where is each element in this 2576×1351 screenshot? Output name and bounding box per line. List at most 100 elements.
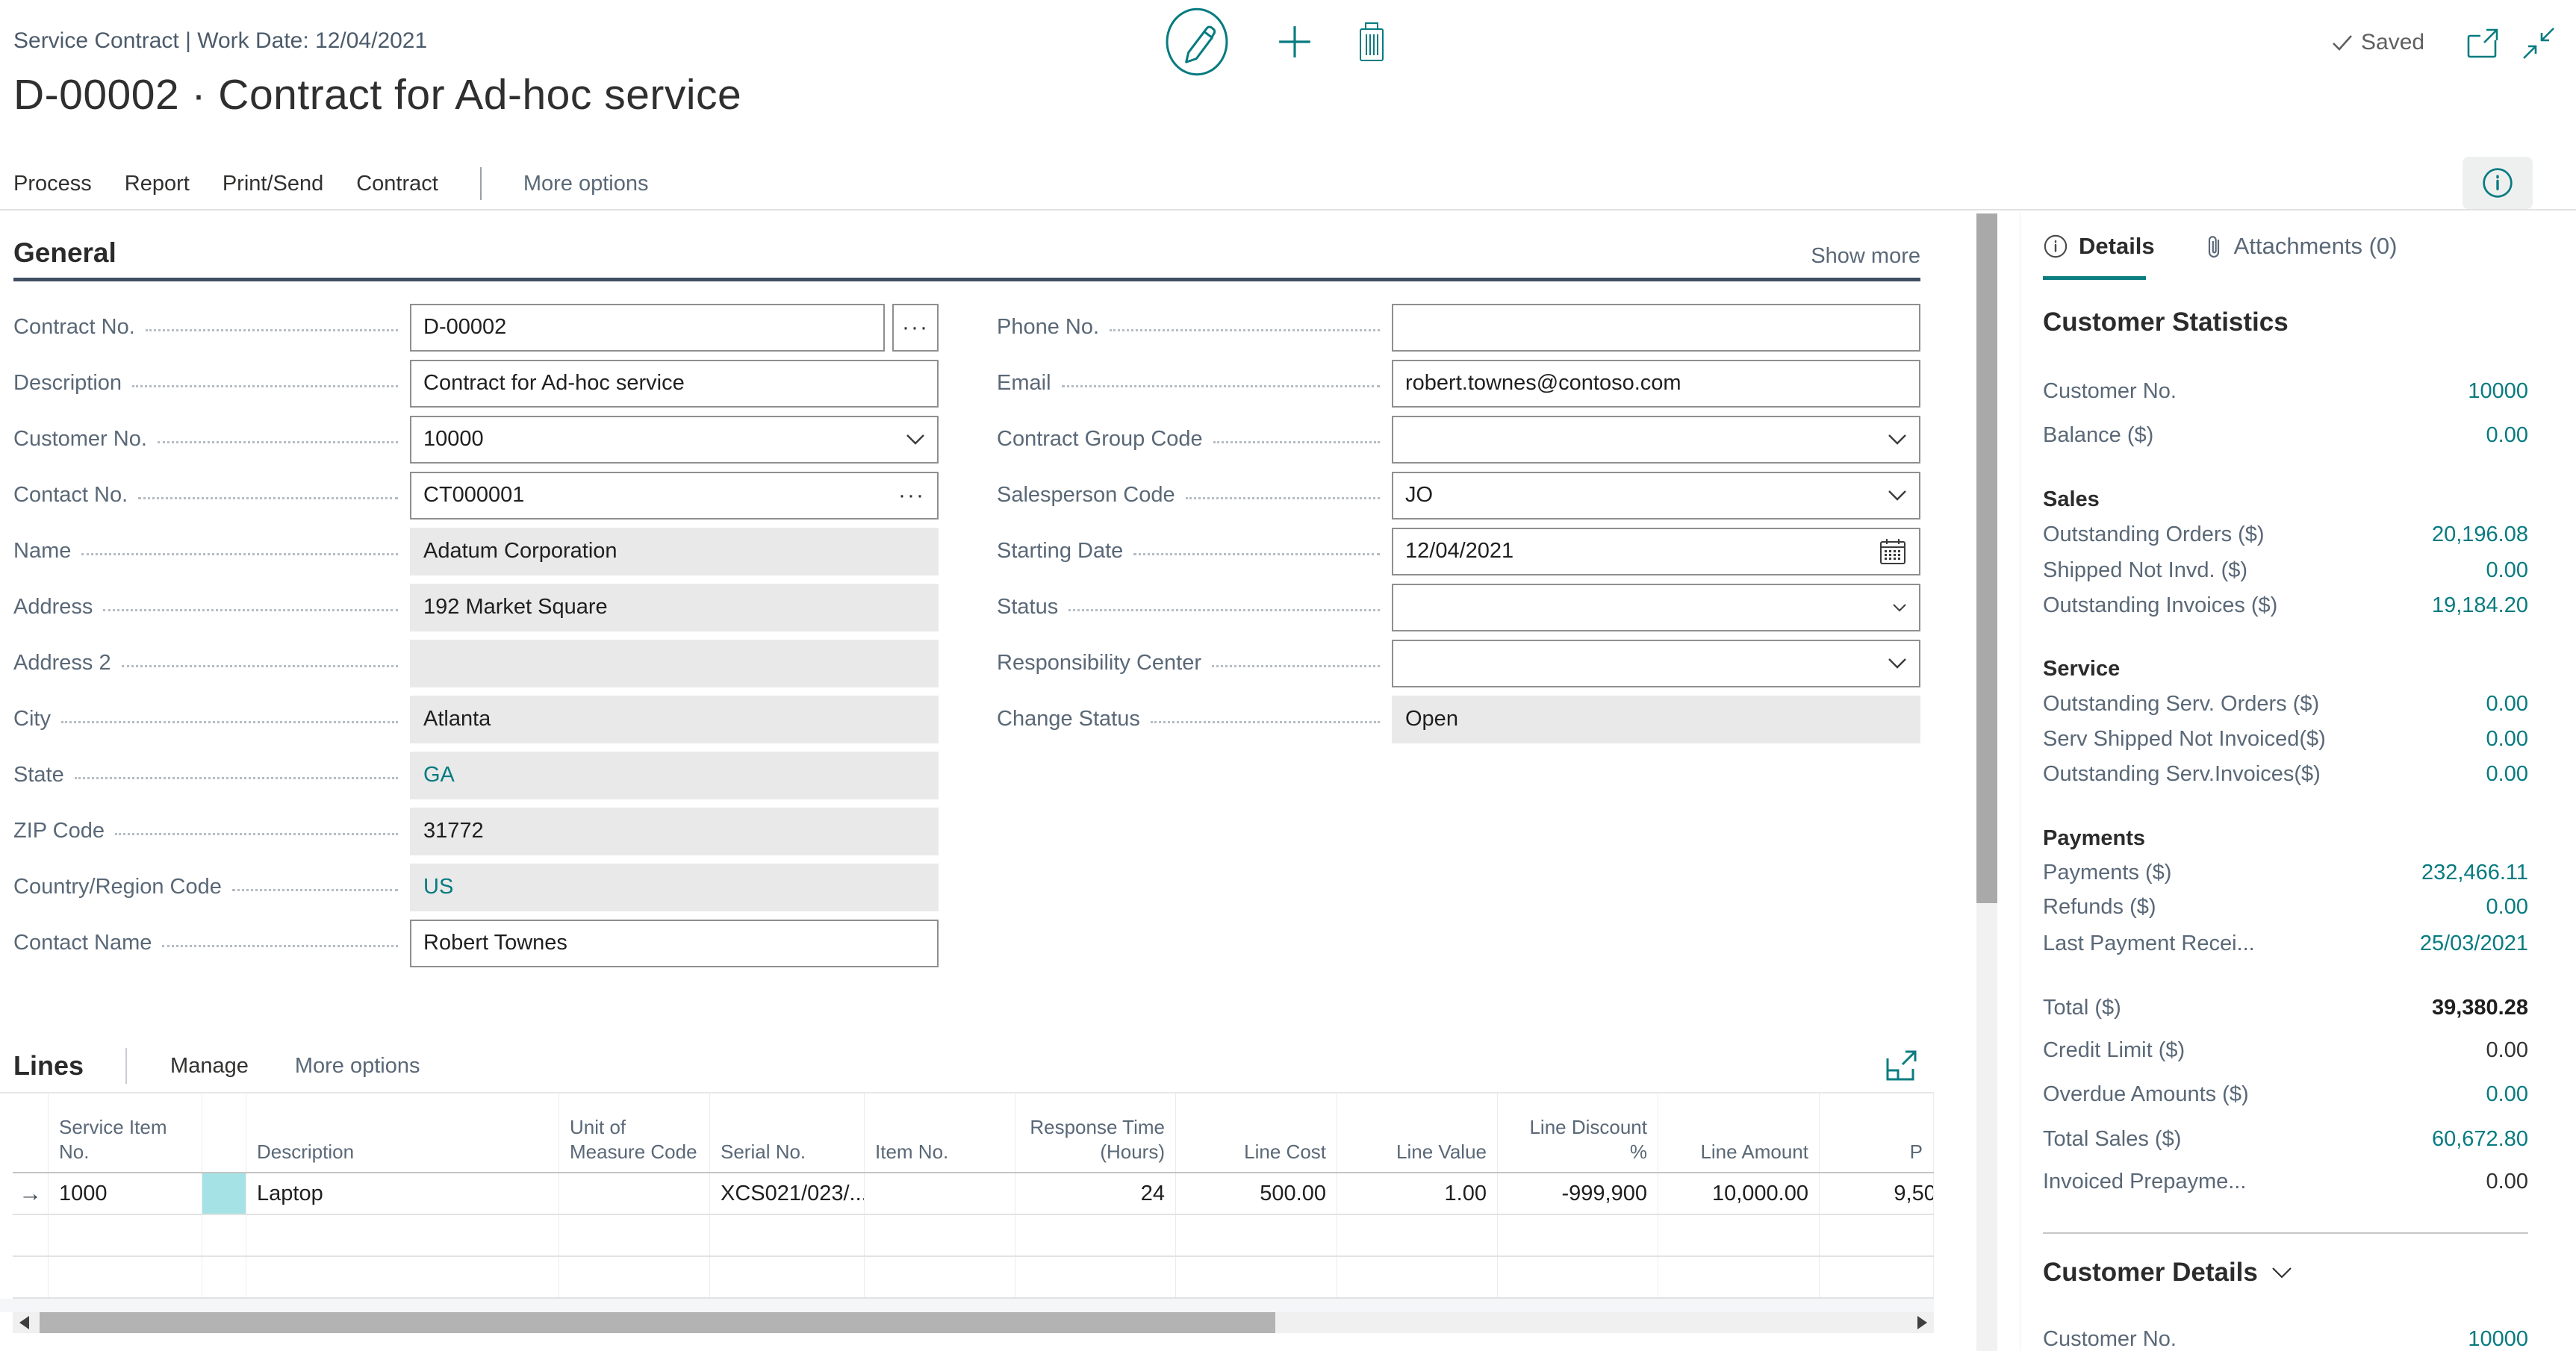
cell-response-time[interactable]: 24	[1015, 1173, 1176, 1214]
add-button[interactable]	[1277, 24, 1313, 60]
responsibility-center-dropdown[interactable]	[1392, 640, 1920, 687]
stat-value-link[interactable]: 0.00	[2486, 895, 2528, 920]
col-description[interactable]: Description	[246, 1093, 559, 1172]
state-link[interactable]: GA	[423, 763, 925, 787]
stat-value-link[interactable]: 0.00	[2486, 727, 2528, 752]
contact-no-input[interactable]: CT000001 ···	[410, 472, 939, 520]
expand-lines-icon[interactable]	[1883, 1048, 1919, 1084]
col-line-cost[interactable]: Line Cost	[1176, 1093, 1337, 1172]
calendar-icon[interactable]	[1879, 537, 1907, 566]
cell-profit-clipped[interactable]: 9,500	[1820, 1173, 1934, 1214]
show-more-link[interactable]: Show more	[1811, 244, 1920, 269]
lines-section-title[interactable]: Lines	[13, 1050, 84, 1082]
main-scrollbar-thumb[interactable]	[1976, 213, 1997, 903]
table-row[interactable]: → 1000 Laptop XCS021/023/... 24 500.00 1…	[13, 1173, 1934, 1215]
stat-value-link[interactable]: 0.00	[2486, 692, 2528, 717]
stat-value-link[interactable]: 0.00	[2486, 558, 2528, 583]
menu-contract[interactable]: Contract	[356, 172, 438, 196]
assist-edit-button[interactable]: ···	[892, 304, 939, 352]
assist-edit-button[interactable]: ···	[898, 483, 925, 508]
chevron-down-icon[interactable]	[1888, 490, 1907, 501]
contract-group-dropdown[interactable]	[1392, 416, 1920, 464]
menu-more-options[interactable]: More options	[523, 172, 649, 196]
stat-value-link[interactable]: 0.00	[2486, 762, 2528, 787]
stat-value-link[interactable]: 232,466.11	[2421, 861, 2528, 885]
menu-print-send[interactable]: Print/Send	[223, 172, 323, 196]
cell-service-item-no[interactable]: 1000	[49, 1173, 202, 1214]
cell-uom[interactable]	[559, 1173, 710, 1214]
stat-value-link[interactable]: 10000	[2468, 1327, 2528, 1351]
table-row-empty[interactable]	[13, 1257, 1934, 1299]
tab-attachments[interactable]: Attachments (0)	[2204, 233, 2398, 260]
delete-button[interactable]	[1354, 21, 1389, 63]
scroll-left-icon[interactable]	[19, 1316, 29, 1329]
description-input[interactable]: Contract for Ad-hoc service	[410, 360, 939, 408]
name-field: Adatum Corporation	[410, 528, 939, 575]
contact-name-input[interactable]: Robert Townes	[410, 920, 939, 967]
general-section-title[interactable]: General	[13, 237, 116, 269]
country-link[interactable]: US	[423, 875, 925, 899]
dotted-leader	[162, 945, 398, 947]
field-city: City Atlanta	[13, 691, 939, 747]
main-vertical-scrollbar[interactable]	[1976, 213, 1997, 1351]
stat-value-link[interactable]: 0.00	[2486, 1082, 2528, 1107]
cell-line-cost[interactable]: 500.00	[1176, 1173, 1337, 1214]
col-item-no[interactable]: Item No.	[865, 1093, 1015, 1172]
field-customer-no: Customer No. 10000	[13, 411, 939, 467]
stat-value-link[interactable]: 10000	[2468, 379, 2528, 404]
tab-details[interactable]: Details	[2043, 233, 2155, 260]
stat-row: Outstanding Serv.Invoices($) 0.00	[2043, 758, 2528, 790]
salesperson-dropdown[interactable]: JO	[1392, 472, 1920, 520]
stat-row: Shipped Not Invd. ($) 0.00	[2043, 554, 2528, 587]
stat-value-link[interactable]: 19,184.20	[2432, 593, 2528, 618]
lines-manage-menu[interactable]: Manage	[170, 1054, 249, 1079]
lines-more-options[interactable]: More options	[295, 1054, 420, 1079]
customer-details-heading[interactable]: Customer Details	[2043, 1256, 2258, 1289]
scroll-right-icon[interactable]	[1917, 1316, 1927, 1329]
chevron-down-icon[interactable]	[2271, 1267, 2292, 1279]
cell-line-discount[interactable]: -999,900	[1498, 1173, 1658, 1214]
col-response-time[interactable]: Response Time (Hours)	[1015, 1093, 1176, 1172]
chevron-down-icon[interactable]	[1892, 603, 1907, 612]
stat-value-link[interactable]: 0.00	[2486, 423, 2528, 448]
trash-icon	[1360, 23, 1383, 60]
cell-line-amount[interactable]: 10,000.00	[1658, 1173, 1820, 1214]
email-input[interactable]: robert.townes@contoso.com	[1392, 360, 1920, 408]
horizontal-scrollbar[interactable]	[13, 1312, 1934, 1333]
menu-process[interactable]: Process	[13, 172, 92, 196]
stat-value-link[interactable]: 60,672.80	[2432, 1127, 2528, 1152]
cell-selected-highlight[interactable]	[202, 1173, 246, 1214]
cell-description[interactable]: Laptop	[246, 1173, 559, 1214]
starting-date-input[interactable]: 12/04/2021	[1392, 528, 1920, 575]
stat-value-link[interactable]: 20,196.08	[2432, 522, 2528, 547]
status-dropdown[interactable]	[1392, 584, 1920, 631]
chevron-down-icon[interactable]	[1888, 658, 1907, 669]
check-icon	[2331, 33, 2353, 52]
col-profit-clipped[interactable]: P	[1820, 1093, 1934, 1172]
toggle-factbox-button[interactable]	[2463, 157, 2533, 209]
col-line-amount[interactable]: Line Amount	[1658, 1093, 1820, 1172]
col-line-value[interactable]: Line Value	[1337, 1093, 1498, 1172]
chevron-down-icon[interactable]	[906, 434, 925, 445]
edit-button[interactable]	[1165, 7, 1229, 76]
cell-item-no[interactable]	[865, 1173, 1015, 1214]
contract-no-input[interactable]: D-00002	[410, 304, 885, 352]
horizontal-scrollbar-thumb[interactable]	[40, 1312, 1275, 1333]
col-service-item-no[interactable]: Service Item No.	[49, 1093, 202, 1172]
customer-no-dropdown[interactable]: 10000	[410, 416, 939, 464]
cell-serial-no[interactable]: XCS021/023/...	[710, 1173, 865, 1214]
col-line-discount[interactable]: Line Discount %	[1498, 1093, 1658, 1172]
col-serial-no[interactable]: Serial No.	[710, 1093, 865, 1172]
col-unit-of-measure[interactable]: Unit of Measure Code	[559, 1093, 710, 1172]
collapse-view-icon[interactable]	[2521, 25, 2557, 61]
field-phone-no: Phone No.	[997, 299, 1920, 355]
field-country-region-code: Country/Region Code US	[13, 859, 939, 915]
table-row-empty[interactable]	[13, 1215, 1934, 1257]
menu-report[interactable]: Report	[125, 172, 190, 196]
phone-no-input[interactable]	[1392, 304, 1920, 352]
stat-value-link[interactable]: 25/03/2021	[2420, 932, 2528, 956]
chevron-down-icon[interactable]	[1888, 434, 1907, 445]
cell-line-value[interactable]: 1.00	[1337, 1173, 1498, 1214]
open-in-new-window-icon[interactable]	[2464, 27, 2500, 60]
field-name: Name Adatum Corporation	[13, 523, 939, 579]
